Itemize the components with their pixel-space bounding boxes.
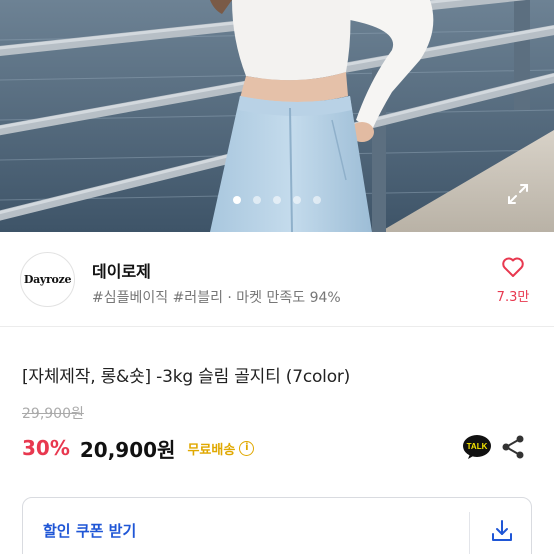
coupon-download-button[interactable]: 할인 쿠폰 받기 [22, 497, 532, 554]
kakao-talk-button[interactable]: TALK [462, 434, 492, 460]
gallery-dot[interactable] [233, 196, 241, 204]
price-row: 30% 20,900원 무료배송 i [22, 432, 255, 464]
product-image-gallery[interactable] [0, 0, 554, 232]
share-icon[interactable] [500, 434, 526, 460]
heart-icon [502, 257, 524, 277]
discount-rate: 30% [22, 436, 70, 460]
shop-name[interactable]: 데이로제 [92, 258, 151, 282]
like-count: 7.3만 [496, 290, 530, 305]
shop-info: Dayroze 데이로제 #심플베이직 #러블리 · 마켓 만족도 94% 7.… [0, 232, 554, 327]
shop-tags: #심플베이직 #러블리 · 마켓 만족도 94% [92, 290, 341, 306]
gallery-dot[interactable] [273, 196, 281, 204]
gallery-pagination [0, 196, 554, 204]
coupon-divider [469, 512, 470, 554]
original-price: 29,900원 [22, 406, 84, 422]
sale-price: 20,900원 [79, 437, 176, 462]
info-icon[interactable]: i [239, 440, 255, 456]
free-shipping-label: 무료배송 [187, 442, 236, 458]
shop-logo-text: Dayroze [23, 273, 72, 286]
gallery-dot[interactable] [313, 196, 321, 204]
like-button[interactable]: 7.3만 [488, 256, 538, 312]
product-title: [자체제작, 롱&숏] -3kg 슬림 골지티 (7color) [22, 367, 351, 387]
download-icon [489, 518, 515, 544]
coupon-label: 할인 쿠폰 받기 [43, 522, 137, 540]
gallery-dot[interactable] [293, 196, 301, 204]
expand-icon[interactable] [504, 180, 532, 208]
shop-logo[interactable]: Dayroze [20, 252, 75, 307]
talk-label: TALK [467, 442, 488, 451]
gallery-dot[interactable] [253, 196, 261, 204]
